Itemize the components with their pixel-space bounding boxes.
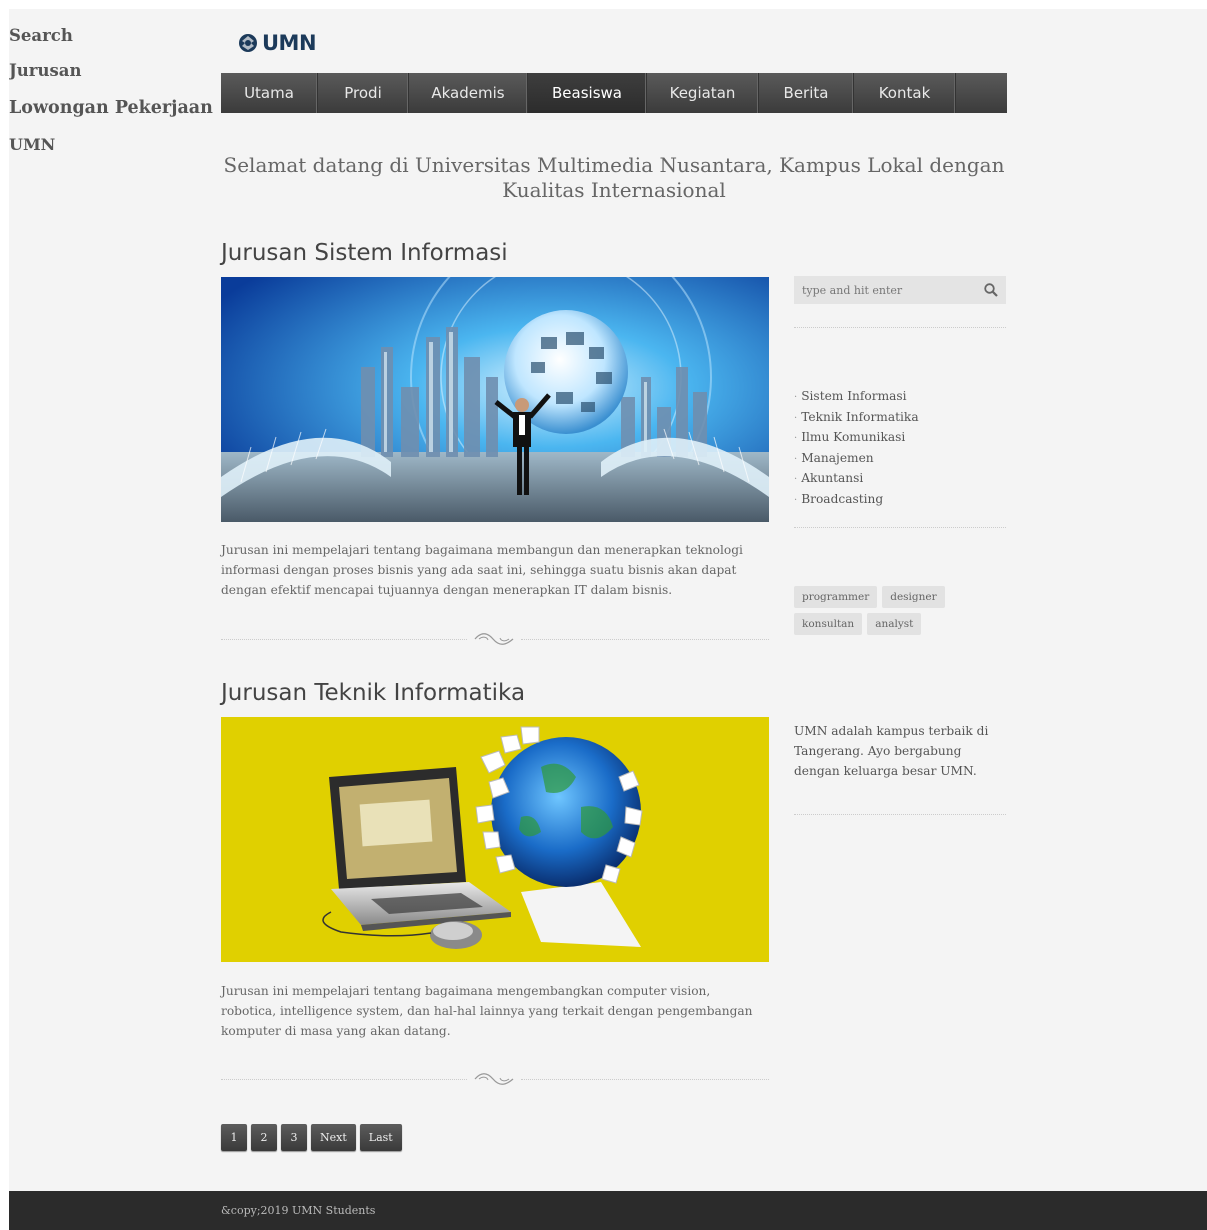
page-1-button[interactable]: 1 <box>221 1124 247 1151</box>
next-page-button[interactable]: Next <box>311 1124 356 1151</box>
page-3-button[interactable]: 3 <box>281 1124 307 1151</box>
post-image-teknik-informatika[interactable] <box>221 717 769 962</box>
sidebar-divider <box>794 527 1006 528</box>
tag-designer[interactable]: designer <box>882 586 945 608</box>
search-icon[interactable] <box>984 283 998 297</box>
nav-item-berita[interactable]: Berita <box>759 73 854 113</box>
lowongan-tags: programmer designer konsultan analyst <box>794 586 1006 635</box>
logo-text: UMN <box>262 31 317 55</box>
post-divider <box>221 633 769 645</box>
bullet-icon: · <box>794 392 798 403</box>
tag-analyst[interactable]: analyst <box>867 613 922 635</box>
bullet-icon: · <box>794 433 798 445</box>
post-excerpt-sistem-informasi: Jurusan ini mempelajari tentang bagaiman… <box>221 543 743 597</box>
bullet-icon: · <box>794 453 798 465</box>
page-2-button[interactable]: 2 <box>251 1124 277 1151</box>
footer-copyright: &copy;2019 UMN Students <box>221 1204 376 1217</box>
sidebar-divider <box>794 327 1006 328</box>
nav-item-beasiswa[interactable]: Beasiswa <box>528 73 647 113</box>
swirl-ornament-icon <box>474 1073 514 1085</box>
search-input[interactable] <box>794 276 972 304</box>
jurusan-item-sistem-informasi[interactable]: · Sistem Informasi <box>794 387 919 408</box>
bullet-icon: · <box>794 412 798 424</box>
sidebar-divider <box>794 814 1006 815</box>
post-title-teknik-informatika[interactable]: Jurusan Teknik Informatika <box>221 680 525 706</box>
jurusan-list: · Sistem Informasi · Teknik Informatika · I… <box>794 387 919 511</box>
post-excerpt-teknik-informatika: Jurusan ini mempelajari tentang bagaiman… <box>221 984 753 1038</box>
post-divider <box>221 1073 769 1085</box>
tag-programmer[interactable]: programmer <box>794 586 878 608</box>
bullet-icon: · <box>794 474 798 486</box>
search-box <box>794 276 1006 304</box>
post-image-sistem-informasi[interactable] <box>221 277 769 522</box>
jurusan-item-broadcasting[interactable]: · Broadcasting <box>794 490 919 511</box>
swirl-ornament-icon <box>474 633 514 645</box>
nav-item-kegiatan[interactable]: Kegiatan <box>647 73 759 113</box>
jurusan-item-ilmu-komunikasi[interactable]: · Ilmu Komunikasi <box>794 428 919 449</box>
nav-item-utama[interactable]: Utama <box>221 73 318 113</box>
post-title-sistem-informasi[interactable]: Jurusan Sistem Informasi <box>221 240 508 266</box>
laptop-globe-illustration <box>221 717 769 962</box>
site-logo[interactable]: UMN <box>238 31 317 55</box>
jurusan-item-akuntansi[interactable]: · Akuntansi <box>794 469 919 490</box>
umn-logo-icon <box>239 34 257 52</box>
site-footer: &copy;2019 UMN Students <box>9 1191 1207 1230</box>
nav-item-kontak[interactable]: Kontak <box>854 73 956 113</box>
page: UMN Utama Prodi Akademis Beasiswa Kegiat… <box>9 9 1207 1230</box>
bullet-icon: · <box>794 494 798 506</box>
pagination: 1 2 3 Next Last <box>221 1124 402 1151</box>
nav-item-akademis[interactable]: Akademis <box>409 73 528 113</box>
umn-about-text: UMN adalah kampus terbaik di Tangerang. … <box>794 724 989 778</box>
tag-konsultan[interactable]: konsultan <box>794 613 863 635</box>
jurusan-item-teknik-informatika[interactable]: · Teknik Informatika <box>794 408 919 429</box>
last-page-button[interactable]: Last <box>359 1124 402 1151</box>
main-nav: Utama Prodi Akademis Beasiswa Kegiatan B… <box>221 73 1007 113</box>
nav-item-prodi[interactable]: Prodi <box>318 73 409 113</box>
sidebar-search-title: Search <box>9 25 73 45</box>
sidebar-umn-title: UMN <box>9 135 56 154</box>
jurusan-item-manajemen[interactable]: · Manajemen <box>794 449 919 470</box>
city-globe-illustration <box>221 277 769 522</box>
welcome-tagline: Selamat datang di Universitas Multimedia… <box>223 153 1005 202</box>
